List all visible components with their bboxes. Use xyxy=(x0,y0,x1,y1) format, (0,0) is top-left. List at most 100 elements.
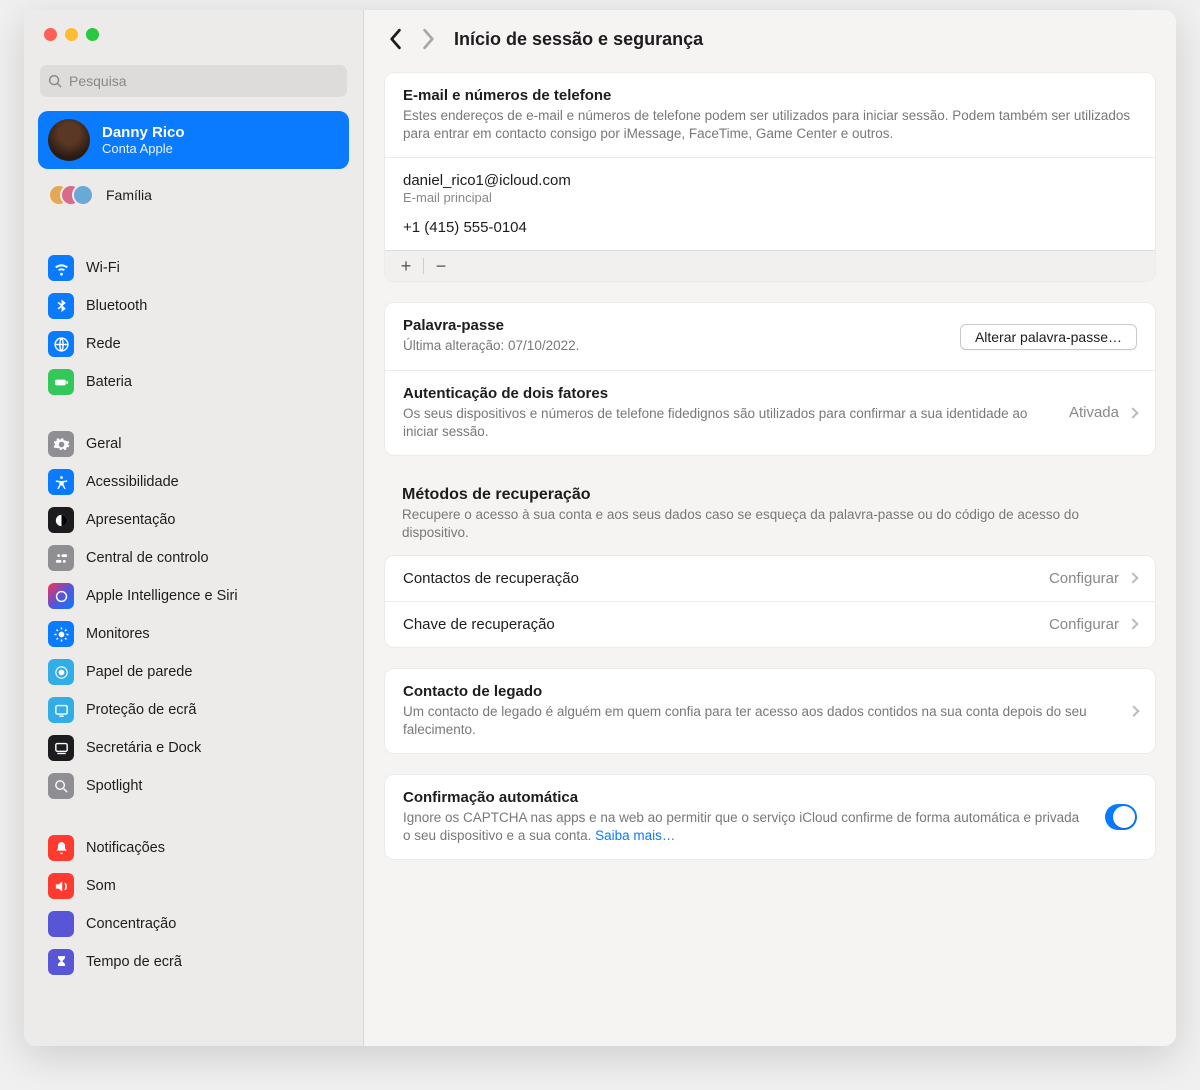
sidebar-item-accessibility[interactable]: Acessibilidade xyxy=(38,463,349,501)
sidebar-item-label: Monitores xyxy=(86,626,150,642)
window-controls xyxy=(24,28,363,59)
autoconfirm-desc: Ignore os CAPTCHA nas apps e na web ao p… xyxy=(403,809,1085,845)
sidebar-item-label: Central de controlo xyxy=(86,550,209,566)
sidebar-item-network[interactable]: Rede xyxy=(38,325,349,363)
sidebar-item-control-center[interactable]: Central de controlo xyxy=(38,539,349,577)
sidebar-item-label: Wi-Fi xyxy=(86,260,120,276)
sidebar-item-notifications[interactable]: Notificações xyxy=(38,829,349,867)
globe-icon xyxy=(48,331,74,357)
recovery-key-action: Configurar xyxy=(1049,616,1119,633)
page-title: Início de sessão e segurança xyxy=(454,29,703,50)
legacy-desc: Um contacto de legado é alguém em quem c… xyxy=(403,703,1100,739)
search-icon xyxy=(48,74,63,89)
sidebar-item-label: Som xyxy=(86,878,116,894)
add-remove-bar: + − xyxy=(385,250,1155,281)
family-avatars-icon xyxy=(48,179,98,211)
sidebar-item-battery[interactable]: Bateria xyxy=(38,363,349,401)
sidebar-item-appearance[interactable]: Apresentação xyxy=(38,501,349,539)
sidebar-item-label: Concentração xyxy=(86,916,176,932)
password-panel: Palavra-passe Última alteração: 07/10/20… xyxy=(384,302,1156,456)
sidebar-item-label: Bateria xyxy=(86,374,132,390)
bluetooth-icon xyxy=(48,293,74,319)
sidebar-item-label: Geral xyxy=(86,436,121,452)
chevron-right-icon xyxy=(1127,572,1138,583)
account-name: Danny Rico xyxy=(102,124,185,141)
moon-icon xyxy=(48,911,74,937)
zoom-icon[interactable] xyxy=(86,28,99,41)
spotlight-icon xyxy=(48,773,74,799)
phone-number: +1 (415) 555-0104 xyxy=(403,219,1137,236)
autoconfirm-toggle[interactable] xyxy=(1105,804,1137,830)
sidebar-item-spotlight[interactable]: Spotlight xyxy=(38,767,349,805)
sidebar-section-system: Geral Acessibilidade Apresentação Centra… xyxy=(24,421,363,809)
recovery-heading: Métodos de recuperação Recupere o acesso… xyxy=(402,486,1138,542)
change-password-button[interactable]: Alterar palavra-passe… xyxy=(960,324,1137,350)
back-button[interactable] xyxy=(388,28,402,50)
email-section-title: E-mail e números de telefone xyxy=(403,87,1137,104)
email-phone-panel: E-mail e números de telefone Estes ender… xyxy=(384,72,1156,282)
sidebar-item-focus[interactable]: Concentração xyxy=(38,905,349,943)
sidebar-item-label: Secretária e Dock xyxy=(86,740,201,756)
sidebar-section-notifications: Notificações Som Concentração Tempo de e… xyxy=(24,825,363,985)
sidebar-section-network: Wi-Fi Bluetooth Rede Bateria xyxy=(24,245,363,405)
siri-icon xyxy=(48,583,74,609)
sidebar-item-label: Rede xyxy=(86,336,121,352)
account-row[interactable]: Danny Rico Conta Apple xyxy=(38,111,349,169)
gear-icon xyxy=(48,431,74,457)
close-icon[interactable] xyxy=(44,28,57,41)
dock-icon xyxy=(48,735,74,761)
sidebar-item-general[interactable]: Geral xyxy=(38,425,349,463)
account-subtitle: Conta Apple xyxy=(102,141,185,156)
legacy-row[interactable]: Contacto de legado Um contacto de legado… xyxy=(385,669,1155,753)
search-placeholder: Pesquisa xyxy=(69,73,127,89)
sidebar-item-bluetooth[interactable]: Bluetooth xyxy=(38,287,349,325)
recovery-key-row[interactable]: Chave de recuperação Configurar xyxy=(385,602,1155,647)
family-row[interactable]: Família xyxy=(38,171,349,219)
sidebar-item-dock[interactable]: Secretária e Dock xyxy=(38,729,349,767)
add-button[interactable]: + xyxy=(397,257,415,275)
twofa-status: Ativada xyxy=(1069,404,1119,421)
battery-icon xyxy=(48,369,74,395)
content-header: Início de sessão e segurança xyxy=(364,10,1176,64)
email-section-desc: Estes endereços de e-mail e números de t… xyxy=(403,107,1137,143)
speaker-icon xyxy=(48,873,74,899)
content-pane: Início de sessão e segurança E-mail e nú… xyxy=(364,10,1176,1046)
sidebar-item-label: Apple Intelligence e Siri xyxy=(86,588,238,604)
sidebar-item-siri[interactable]: Apple Intelligence e Siri xyxy=(38,577,349,615)
legacy-title: Contacto de legado xyxy=(403,683,1100,700)
recovery-contacts-row[interactable]: Contactos de recuperação Configurar xyxy=(385,556,1155,601)
settings-window: Pesquisa Danny Rico Conta Apple Família … xyxy=(24,10,1176,1046)
sidebar-item-sound[interactable]: Som xyxy=(38,867,349,905)
learn-more-link[interactable]: Saiba mais… xyxy=(595,828,675,843)
sidebar-item-screentime[interactable]: Tempo de ecrã xyxy=(38,943,349,981)
sidebar-item-label: Papel de parede xyxy=(86,664,192,680)
sidebar-item-wallpaper[interactable]: Papel de parede xyxy=(38,653,349,691)
sidebar-item-label: Spotlight xyxy=(86,778,142,794)
remove-button[interactable]: − xyxy=(432,257,450,275)
display-icon xyxy=(48,621,74,647)
appearance-icon xyxy=(48,507,74,533)
sidebar-item-label: Acessibilidade xyxy=(86,474,179,490)
accessibility-icon xyxy=(48,469,74,495)
minimize-icon[interactable] xyxy=(65,28,78,41)
autoconfirm-panel: Confirmação automática Ignore os CAPTCHA… xyxy=(384,774,1156,860)
sidebar: Pesquisa Danny Rico Conta Apple Família … xyxy=(24,10,364,1046)
sidebar-item-screensaver[interactable]: Proteção de ecrã xyxy=(38,691,349,729)
sidebar-item-displays[interactable]: Monitores xyxy=(38,615,349,653)
wallpaper-icon xyxy=(48,659,74,685)
primary-email-label: E-mail principal xyxy=(403,190,1137,205)
primary-email: daniel_rico1@icloud.com xyxy=(403,172,1137,189)
forward-button[interactable] xyxy=(422,28,436,50)
password-title: Palavra-passe xyxy=(403,317,579,334)
sidebar-item-label: Bluetooth xyxy=(86,298,147,314)
twofa-row[interactable]: Autenticação de dois fatores Os seus dis… xyxy=(385,371,1155,455)
recovery-key-label: Chave de recuperação xyxy=(403,616,555,633)
sidebar-item-wifi[interactable]: Wi-Fi xyxy=(38,249,349,287)
recovery-desc: Recupere o acesso à sua conta e aos seus… xyxy=(402,506,1138,542)
search-input[interactable]: Pesquisa xyxy=(40,65,347,97)
autoconfirm-title: Confirmação automática xyxy=(403,789,1085,806)
recovery-panel: Contactos de recuperação Configurar Chav… xyxy=(384,555,1156,648)
recovery-contacts-action: Configurar xyxy=(1049,570,1119,587)
sidebar-item-label: Proteção de ecrã xyxy=(86,702,196,718)
recovery-contacts-label: Contactos de recuperação xyxy=(403,570,579,587)
